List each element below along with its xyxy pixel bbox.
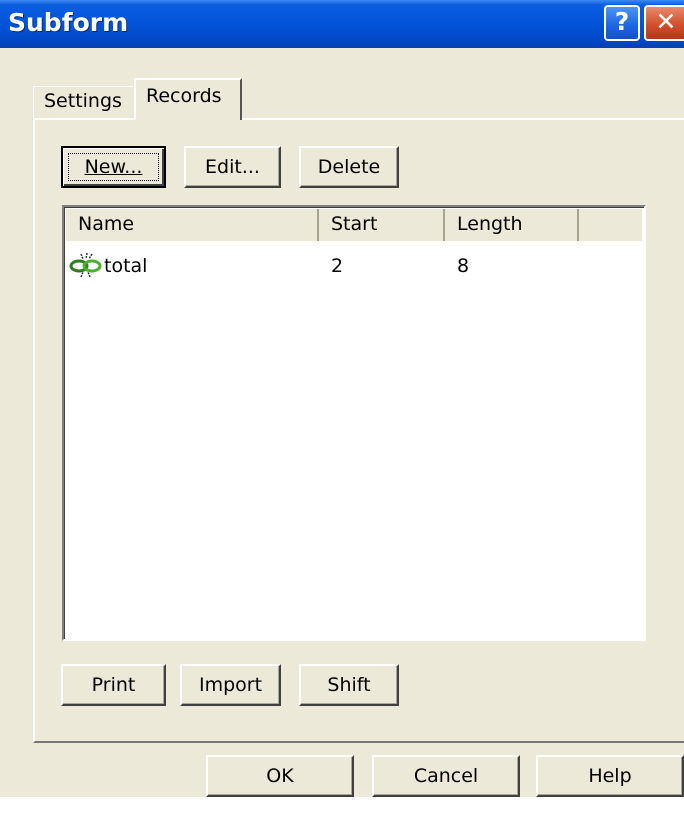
help-button[interactable]: Help (536, 755, 684, 797)
help-question-icon: ? (614, 7, 630, 36)
new-button-label: New... (84, 156, 143, 178)
help-button-label: Help (588, 765, 632, 787)
column-header-length[interactable]: Length (445, 209, 579, 241)
close-button[interactable]: ✕ (644, 5, 684, 41)
table-row[interactable]: total 2 8 (66, 249, 642, 281)
tab-settings[interactable]: Settings (33, 86, 133, 118)
import-button-label: Import (198, 674, 263, 696)
tab-records[interactable]: Records (134, 78, 242, 120)
ok-button-label: OK (266, 765, 294, 787)
dialog-window: Subform ? ✕ Settings Records New... Edit… (0, 0, 684, 797)
row-start: 2 (331, 255, 344, 277)
edit-button-label: Edit... (205, 156, 260, 178)
edit-button[interactable]: Edit... (184, 146, 281, 188)
print-button-label: Print (91, 674, 136, 696)
column-header-length-label: Length (457, 213, 523, 235)
print-button[interactable]: Print (61, 664, 166, 706)
window-title: Subform (8, 8, 129, 37)
column-header-start[interactable]: Start (319, 209, 445, 241)
column-header-name-label: Name (78, 213, 135, 235)
shift-button[interactable]: Shift (299, 664, 399, 706)
close-icon: ✕ (655, 7, 677, 36)
cancel-button[interactable]: Cancel (372, 755, 520, 797)
ok-button[interactable]: OK (206, 755, 354, 797)
list-header: Name Start Length (66, 209, 642, 241)
delete-button-label: Delete (317, 156, 381, 178)
title-bar[interactable]: Subform ? ✕ (0, 0, 684, 48)
column-header-extra[interactable] (579, 209, 646, 241)
shift-button-label: Shift (327, 674, 371, 696)
help-title-button[interactable]: ? (604, 5, 640, 41)
new-button[interactable]: New... (61, 146, 166, 188)
record-link-icon (69, 252, 102, 278)
cancel-button-label: Cancel (413, 765, 479, 787)
tab-settings-label: Settings (44, 90, 122, 112)
delete-button[interactable]: Delete (299, 146, 399, 188)
records-list[interactable]: Name Start Length total 2 8 (62, 205, 646, 641)
tab-records-label: Records (146, 85, 222, 107)
row-length: 8 (457, 255, 470, 277)
column-header-start-label: Start (331, 213, 378, 235)
column-header-name[interactable]: Name (66, 209, 319, 241)
import-button[interactable]: Import (180, 664, 281, 706)
row-name: total (104, 255, 148, 277)
